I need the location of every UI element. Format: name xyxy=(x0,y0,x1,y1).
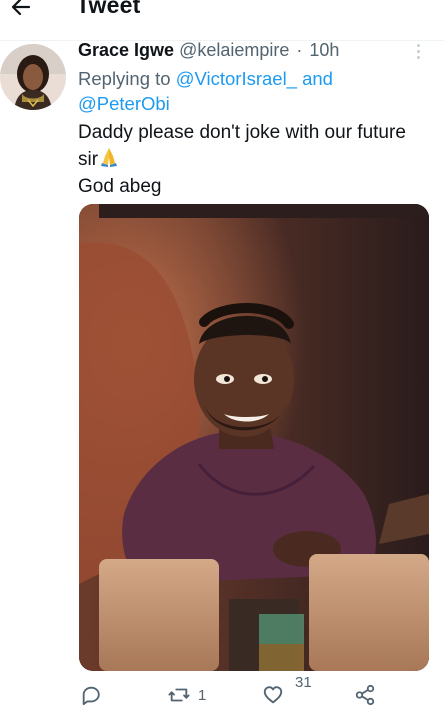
tweet-text-line: Daddy please don't joke with our future xyxy=(78,122,406,143)
tweet-header: Grace Igwe @kelaiempire · 10h xyxy=(78,40,339,60)
retweet-icon xyxy=(168,688,190,702)
photo-image xyxy=(79,204,429,671)
tweet-time[interactable]: 10h xyxy=(309,40,339,60)
share-icon xyxy=(355,684,375,706)
like-button[interactable] xyxy=(262,684,284,706)
more-vertical-icon xyxy=(409,44,427,59)
mention-link[interactable]: @PeterObi xyxy=(78,93,170,114)
tweet-text-line: God abeg xyxy=(78,176,162,197)
replying-prefix: Replying to xyxy=(78,68,176,89)
more-options-button[interactable] xyxy=(409,42,427,60)
back-button[interactable] xyxy=(4,0,38,24)
mention-link[interactable]: @VictorIsrael_ xyxy=(176,68,297,89)
tweet-actions: 1 31 xyxy=(0,672,444,720)
mention-joiner: and xyxy=(296,68,333,89)
tweet-photo[interactable] xyxy=(79,204,429,671)
retweet-count: 1 xyxy=(198,686,207,704)
user-handle[interactable]: @kelaiempire xyxy=(179,40,289,60)
top-bar: Tweet xyxy=(0,0,444,30)
tweet-text: Daddy please don't joke with our future … xyxy=(78,120,428,199)
share-button[interactable] xyxy=(354,684,376,706)
replying-to: Replying to @VictorIsrael_ and @PeterObi xyxy=(78,66,418,116)
page-title: Tweet xyxy=(76,0,141,18)
display-name[interactable]: Grace Igwe xyxy=(78,40,174,60)
retweet-button[interactable]: 1 xyxy=(168,684,206,706)
tweet-text-line: sir xyxy=(78,149,99,170)
folded-hands-icon xyxy=(98,145,120,174)
heart-icon xyxy=(263,686,283,704)
separator-dot: · xyxy=(296,40,303,60)
comment-icon xyxy=(82,686,100,706)
avatar[interactable] xyxy=(0,44,66,110)
avatar-image xyxy=(0,44,66,110)
reply-button[interactable] xyxy=(80,684,102,706)
arrow-left-icon xyxy=(11,0,31,16)
like-count: 31 xyxy=(295,674,312,691)
